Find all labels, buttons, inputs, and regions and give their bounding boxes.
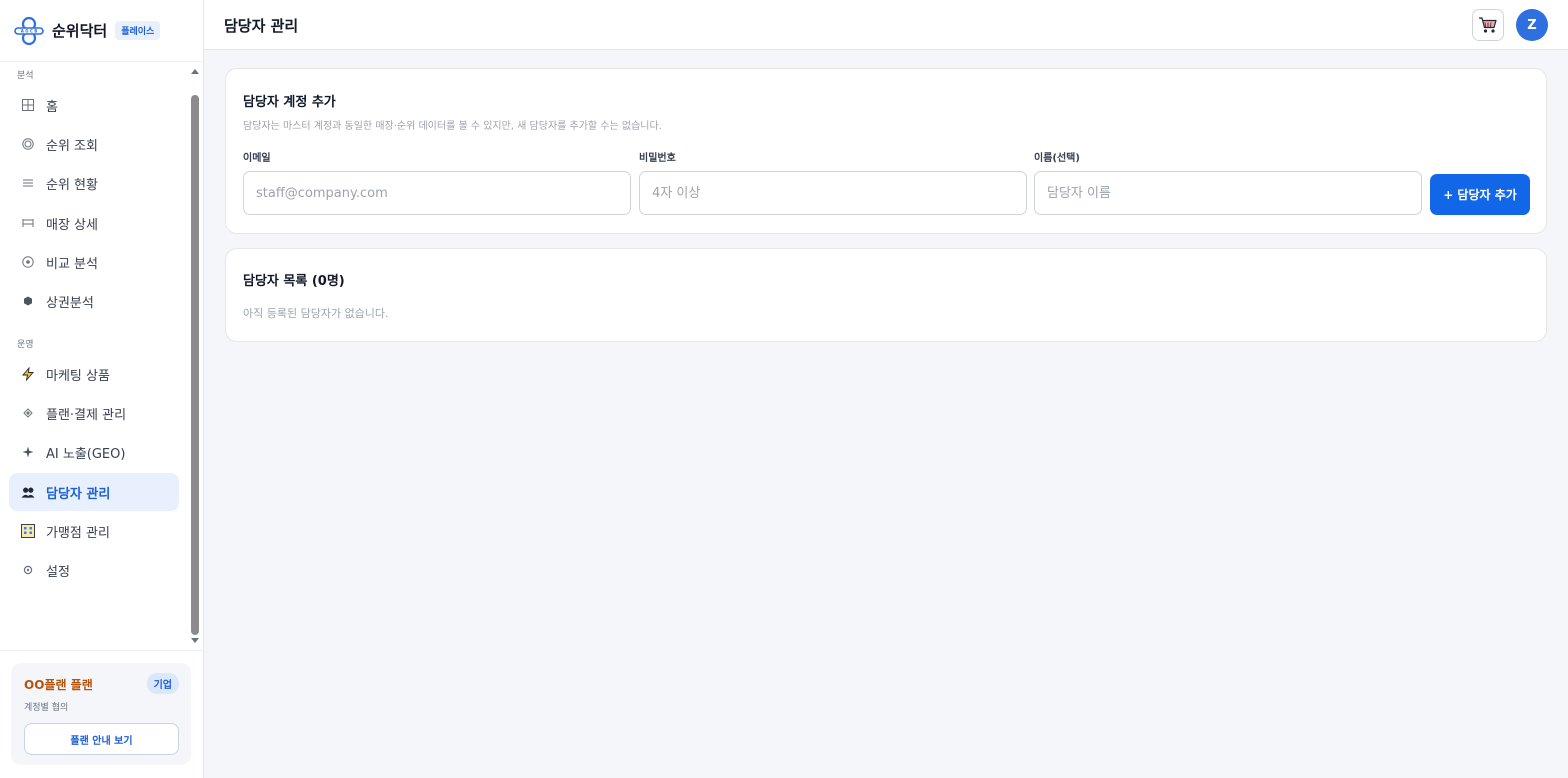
sidebar-item-label: 플랜·결제 관리 [46,407,127,423]
lightning-icon [21,367,35,381]
sidebar-item-rank-status[interactable]: 순위 현황 [9,164,179,202]
brand[interactable]: A G C B 순위닥터 플레이스 [0,0,203,62]
sidebar-item-label: 가맹점 관리 [46,525,110,541]
circle-icon [21,137,35,151]
grid-icon [21,98,35,112]
sidebar-item-label: 비교 분석 [46,256,98,272]
sidebar-item-marketing[interactable]: 마케팅 상품 [9,355,179,393]
sidebar-item-commercial[interactable]: 상권분석 [9,282,179,320]
sidebar-item-label: 홈 [46,99,58,115]
sidebar-item-label: AI 노출(GEO) [46,446,126,462]
nav-section-analysis: 분석 [17,71,34,81]
add-staff-description: 담당자는 마스터 계정과 동일한 매장·순위 데이터를 볼 수 있지만, 새 담… [243,121,662,132]
sidebar-item-compare[interactable]: 비교 분석 [9,243,179,281]
sidebar-footer: OO플랜 플랜 기업 계정별 협의 플랜 안내 보기 [0,650,204,778]
cart-icon [1479,17,1497,33]
plan-name: OO플랜 플랜 [24,678,93,692]
sidebar-item-label: 순위 현황 [46,177,98,193]
sparkle-icon [21,445,35,459]
store-icon [21,216,35,230]
email-field[interactable] [243,171,631,215]
sidebar-item-rank-search[interactable]: 순위 조회 [9,125,179,163]
email-label: 이메일 [243,153,271,164]
top-header: 담당자 관리 Z [204,0,1568,50]
sidebar-item-plan-billing[interactable]: 플랜·결제 관리 [9,394,179,432]
sidebar-nav: 분석 홈 순위 조회 순위 현황 매장 상세 비교 분석 상권분석 운영 마케팅… [0,62,204,650]
brand-badge: 플레이스 [115,21,161,40]
hexagon-icon [21,294,35,308]
name-label: 이름(선택) [1034,153,1080,164]
sidebar-item-ai-geo[interactable]: AI 노출(GEO) [9,433,179,471]
sidebar-item-settings[interactable]: 설정 [9,551,179,589]
brand-logo-icon: A G C B [14,16,44,45]
password-label: 비밀번호 [639,153,676,164]
sidebar-item-label: 설정 [46,564,70,580]
scrollbar-thumb[interactable] [191,95,199,635]
sidebar-item-staff[interactable]: 담당자 관리 [9,473,179,511]
staff-list-title: 담당자 목록 (0명) [243,274,345,289]
diamond-icon [21,406,35,420]
plan-card: OO플랜 플랜 기업 계정별 협의 플랜 안내 보기 [11,663,191,765]
sidebar-item-label: 상권분석 [46,295,94,311]
compare-icon [21,255,35,269]
list-icon [21,176,35,190]
staff-list-card: 담당자 목록 (0명) 아직 등록된 담당자가 없습니다. [225,248,1547,342]
scroll-down-arrow-icon[interactable] [191,638,199,643]
plan-tag-badge: 기업 [146,673,179,694]
add-staff-title: 담당자 계정 추가 [243,95,336,110]
building-icon [21,524,35,538]
sidebar-item-label: 매장 상세 [46,217,98,233]
add-staff-button[interactable]: + 담당자 추가 [1430,174,1530,215]
password-field[interactable] [639,171,1027,215]
brand-logo-text: A G C B [21,28,38,33]
sidebar-item-label: 담당자 관리 [46,486,111,502]
sidebar-item-label: 순위 조회 [46,138,98,154]
staff-list-empty: 아직 등록된 담당자가 없습니다. [243,307,389,320]
plan-info-button[interactable]: 플랜 안내 보기 [24,723,179,755]
sidebar-item-store-detail[interactable]: 매장 상세 [9,204,179,242]
plan-desc: 계정별 협의 [24,703,69,713]
page-title: 담당자 관리 [224,17,299,35]
cart-button[interactable] [1472,9,1504,41]
user-avatar[interactable]: Z [1516,9,1548,41]
brand-name: 순위닥터 [52,22,108,40]
people-icon [21,485,35,499]
sidebar-scrollbar[interactable] [190,62,200,650]
sidebar-item-franchise[interactable]: 가맹점 관리 [9,512,179,550]
gear-icon [21,563,35,577]
sidebar-item-label: 마케팅 상품 [46,368,110,384]
scroll-up-arrow-icon[interactable] [191,69,199,74]
nav-section-operation: 운영 [17,340,34,350]
sidebar-item-home[interactable]: 홈 [9,86,179,124]
add-staff-card: 담당자 계정 추가 담당자는 마스터 계정과 동일한 매장·순위 데이터를 볼 … [225,68,1547,234]
name-field[interactable] [1034,171,1422,215]
sidebar: A G C B 순위닥터 플레이스 분석 홈 순위 조회 순위 현황 매장 상세… [0,0,204,778]
